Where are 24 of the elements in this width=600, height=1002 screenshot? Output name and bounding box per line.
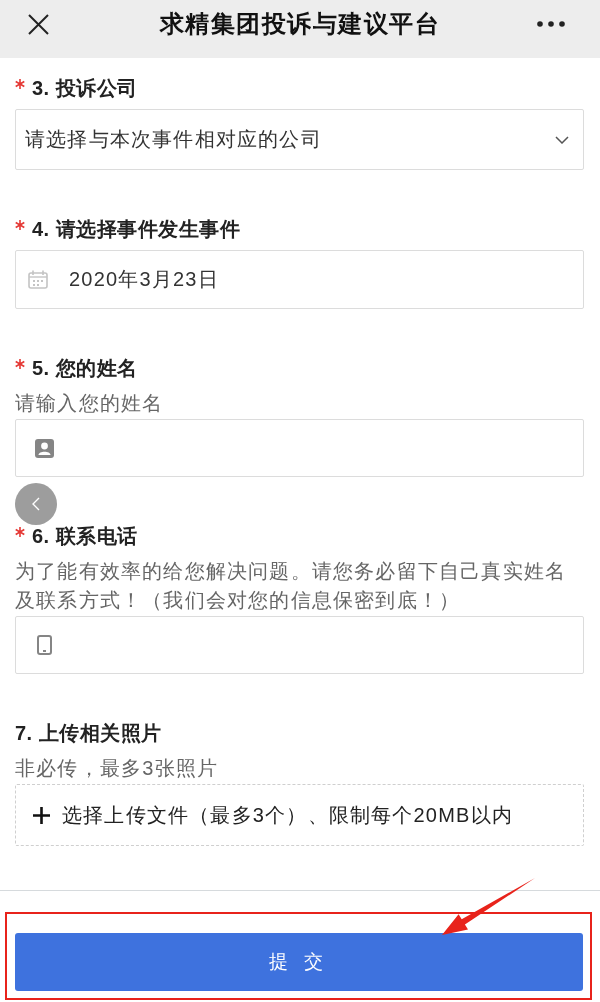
question-hint: 请输入您的姓名 xyxy=(15,391,165,416)
question-label: 5. 您的姓名 xyxy=(32,357,138,379)
select-field[interactable]: 请选择与本次事件相对应的公司 xyxy=(15,109,584,170)
more-icon[interactable] xyxy=(537,21,565,27)
question-label: 7. 上传相关照片 xyxy=(15,722,162,744)
question-label: 4. 请选择事件发生事件 xyxy=(32,218,241,240)
chevron-left-icon xyxy=(32,497,40,511)
submit-button[interactable]: 提 交 xyxy=(15,933,583,991)
page-title: 求精集团投诉与建议平台 xyxy=(158,9,442,39)
upload-button[interactable]: 选择上传文件（最多3个）、限制每个20MB以内 xyxy=(15,784,584,846)
question-label: 3. 投诉公司 xyxy=(32,77,138,99)
input-field[interactable] xyxy=(15,616,584,674)
question-label: 6. 联系电话 xyxy=(32,525,138,547)
plus-icon xyxy=(33,806,50,824)
calendar-icon xyxy=(28,270,48,289)
question-hint: 为了能有效率的给您解决问题。请您务必留下自己真实姓名及联系方式！（我们会对您的信息保密到底！） xyxy=(15,559,568,613)
phone-icon xyxy=(37,635,52,655)
back-button[interactable] xyxy=(15,483,57,525)
close-icon[interactable] xyxy=(28,13,49,35)
question-hint: 非必传，最多3张照片 xyxy=(15,756,220,781)
chevron-down-icon xyxy=(555,135,569,144)
input-field[interactable] xyxy=(15,419,584,477)
person-icon xyxy=(35,438,54,458)
date-field[interactable]: 2020年3月23日 xyxy=(15,250,584,309)
